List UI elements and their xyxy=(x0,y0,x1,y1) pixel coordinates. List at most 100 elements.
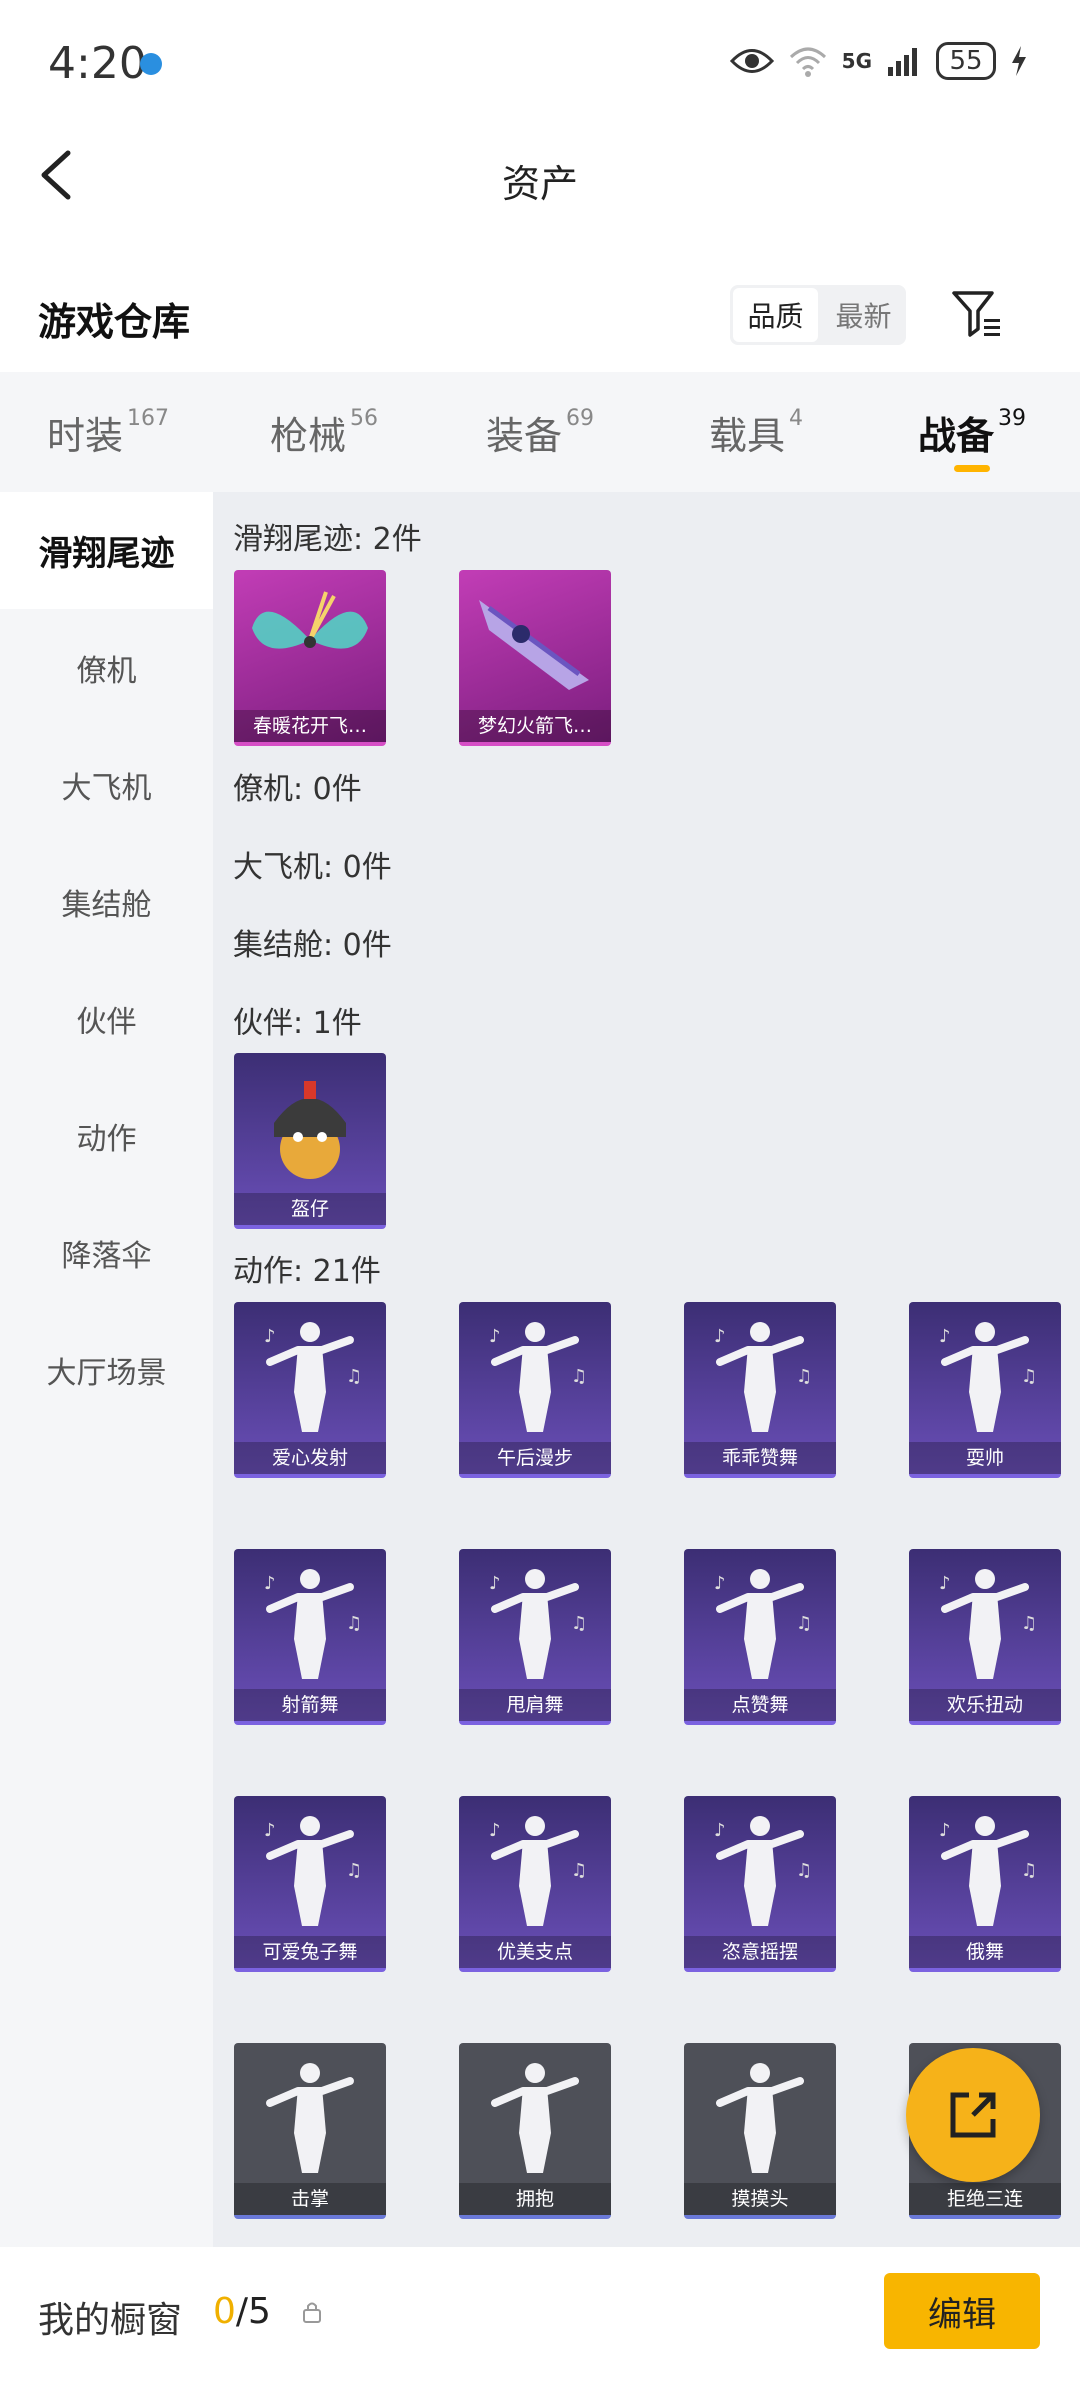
charging-icon xyxy=(1012,46,1026,76)
showcase-current: 0 xyxy=(213,2291,236,2332)
status-icons: 5G 55 xyxy=(729,36,1028,86)
svg-text:♪: ♪ xyxy=(939,1820,951,1841)
sidebar-item-capsule[interactable]: 集结舱 xyxy=(0,843,213,960)
dancer-silhouette-icon: ♪♫ xyxy=(939,1816,1037,1926)
item-card[interactable]: 摸摸头 xyxy=(684,2043,836,2219)
item-name: 乖乖赞舞 xyxy=(684,1442,836,1474)
item-name: 拒绝三连 xyxy=(909,2183,1061,2215)
app-header: 资产 xyxy=(0,125,1080,225)
item-card[interactable]: ♪ ♫ 午后漫步 xyxy=(459,1302,611,1478)
item-name: 摸摸头 xyxy=(684,2183,836,2215)
item-name: 拥抱 xyxy=(459,2183,611,2215)
item-card[interactable]: 击掌 xyxy=(234,2043,386,2219)
svg-text:♫: ♫ xyxy=(571,1860,587,1881)
svg-text:♫: ♫ xyxy=(571,1613,587,1634)
item-card[interactable]: ♪ ♫ 耍帅 xyxy=(909,1302,1061,1478)
sidebar-item-emote[interactable]: 动作 xyxy=(0,1077,213,1194)
sidebar-item-partner[interactable]: 伙伴 xyxy=(0,960,213,1077)
item-card[interactable]: 盔仔 xyxy=(234,1053,386,1229)
sidebar-item-wingman[interactable]: 僚机 xyxy=(0,609,213,726)
svg-text:♫: ♫ xyxy=(571,1366,587,1387)
item-card[interactable]: ♪ ♫ 恣意摇摆 xyxy=(684,1796,836,1972)
sidebar-item-lobby-scene[interactable]: 大厅场景 xyxy=(0,1311,213,1428)
item-card[interactable]: ♪ ♫ 甩肩舞 xyxy=(459,1549,611,1725)
item-card[interactable]: ♪ ♫ 爱心发射 xyxy=(234,1302,386,1478)
subcategory-sidebar: 滑翔尾迹 僚机 大飞机 集结舱 伙伴 动作 降落伞 大厅场景 xyxy=(0,492,213,2247)
svg-text:♪: ♪ xyxy=(489,1326,501,1347)
svg-text:♫: ♫ xyxy=(346,1613,362,1634)
sort-quality-button[interactable]: 品质 xyxy=(733,288,818,342)
group-heading: 大飞机: 0件 xyxy=(233,850,392,885)
sort-newest-button[interactable]: 最新 xyxy=(821,285,906,345)
dancer-silhouette-icon: ♪♫ xyxy=(714,1816,812,1926)
dancer-silhouette-icon xyxy=(716,2063,804,2173)
item-card[interactable]: ♪ ♫ 可爱兔子舞 xyxy=(234,1796,386,1972)
item-card[interactable]: ♪ ♫ 乖乖赞舞 xyxy=(684,1302,836,1478)
svg-text:♪: ♪ xyxy=(714,1573,726,1594)
group-heading: 滑翔尾迹: 2件 xyxy=(233,522,422,557)
dancer-silhouette-icon: ♪♫ xyxy=(489,1322,587,1432)
butterfly-trail-icon xyxy=(252,591,368,649)
item-card[interactable]: ♪ ♫ 优美支点 xyxy=(459,1796,611,1972)
wifi-icon xyxy=(789,47,826,77)
item-name: 可爱兔子舞 xyxy=(234,1936,386,1968)
dancer-silhouette-icon: ♪♫ xyxy=(489,1816,587,1926)
showcase-bar: 我的橱窗 0/5 编辑 xyxy=(0,2247,1080,2381)
dancer-silhouette-icon: ♪♫ xyxy=(264,1322,362,1432)
sidebar-item-plane[interactable]: 大飞机 xyxy=(0,726,213,843)
section-title: 游戏仓库 xyxy=(38,300,191,344)
item-card[interactable]: ♪ ♫ 点赞舞 xyxy=(684,1549,836,1725)
status-bar: 4:20 5G 55 xyxy=(0,0,1080,125)
tab-label: 装备 xyxy=(485,413,562,458)
group-heading: 僚机: 0件 xyxy=(233,772,362,807)
dancer-silhouette-icon xyxy=(491,2063,579,2173)
dancer-silhouette-icon: ♪♫ xyxy=(264,1816,362,1926)
clock: 4:20 xyxy=(48,38,147,89)
eye-icon xyxy=(729,49,774,73)
item-card[interactable]: ♪ ♫ 俄舞 xyxy=(909,1796,1061,1972)
item-list: 滑翔尾迹: 2件 春暖花开飞… 梦幻火箭飞… 僚机: 0件 大飞机: 0件 集结… xyxy=(213,492,1080,2247)
svg-text:♫: ♫ xyxy=(1021,1613,1037,1634)
tab-fashion[interactable]: 时装 167 xyxy=(0,372,216,492)
edit-button[interactable]: 编辑 xyxy=(884,2273,1040,2349)
item-card[interactable]: 梦幻火箭飞… xyxy=(459,570,611,746)
tab-equipment[interactable]: 装备 69 xyxy=(432,372,648,492)
item-card[interactable]: 春暖花开飞… xyxy=(234,570,386,746)
svg-text:♫: ♫ xyxy=(1021,1366,1037,1387)
tab-label: 战备 xyxy=(917,413,994,458)
item-name: 恣意摇摆 xyxy=(684,1936,836,1968)
tab-label: 时装 xyxy=(46,413,123,458)
svg-text:♪: ♪ xyxy=(714,1820,726,1841)
item-card[interactable]: ♪ ♫ 射箭舞 xyxy=(234,1549,386,1725)
filter-icon[interactable] xyxy=(948,285,1004,341)
signal-icon xyxy=(888,48,917,76)
group-heading: 动作: 21件 xyxy=(233,1254,381,1289)
svg-text:♪: ♪ xyxy=(264,1573,276,1594)
external-link-icon xyxy=(950,2092,996,2138)
svg-text:♫: ♫ xyxy=(1021,1860,1037,1881)
showcase-count: 0/5 xyxy=(213,2291,271,2332)
item-name: 午后漫步 xyxy=(459,1442,611,1474)
tab-guns[interactable]: 枪械 56 xyxy=(216,372,432,492)
tab-battle-prep[interactable]: 战备 39 xyxy=(864,372,1080,492)
tab-vehicles[interactable]: 载具 4 xyxy=(648,372,864,492)
item-card[interactable]: 拥抱 xyxy=(459,2043,611,2219)
lock-icon xyxy=(303,2302,321,2323)
sidebar-item-glide-trail[interactable]: 滑翔尾迹 xyxy=(0,492,213,609)
item-name: 耍帅 xyxy=(909,1442,1061,1474)
item-card[interactable]: ♪ ♫ 欢乐扭动 xyxy=(909,1549,1061,1725)
item-name: 梦幻火箭飞… xyxy=(459,710,611,742)
svg-text:♪: ♪ xyxy=(489,1820,501,1841)
svg-text:♫: ♫ xyxy=(346,1366,362,1387)
item-name: 射箭舞 xyxy=(234,1689,386,1721)
share-button[interactable] xyxy=(906,2048,1040,2182)
dancer-silhouette-icon: ♪♫ xyxy=(714,1569,812,1679)
tab-label: 载具 xyxy=(708,413,785,458)
svg-text:♪: ♪ xyxy=(939,1573,951,1594)
svg-text:♫: ♫ xyxy=(796,1366,812,1387)
sidebar-item-parachute[interactable]: 降落伞 xyxy=(0,1194,213,1311)
item-name: 盔仔 xyxy=(234,1193,386,1225)
notification-dot-icon xyxy=(140,53,162,75)
page-title: 资产 xyxy=(501,162,578,206)
dancer-silhouette-icon: ♪♫ xyxy=(939,1569,1037,1679)
